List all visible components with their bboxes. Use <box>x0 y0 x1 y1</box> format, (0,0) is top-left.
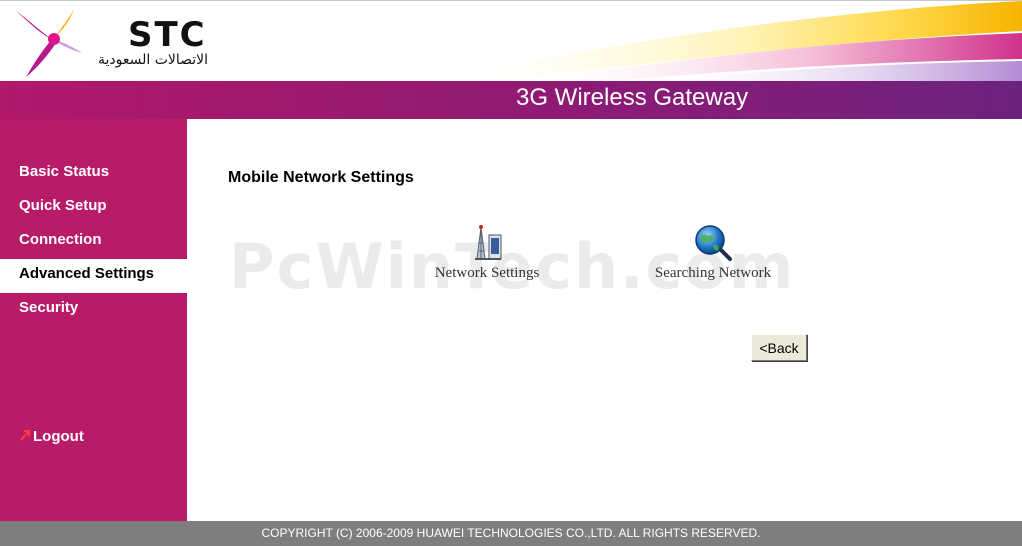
logout-arrow-icon <box>20 430 30 441</box>
sidebar: Basic Status Quick Setup Connection Adva… <box>0 119 187 521</box>
sidebar-item-advanced-settings[interactable]: Advanced Settings <box>0 259 187 293</box>
title-band: 3G Wireless Gateway <box>0 81 1022 119</box>
sidebar-item-connection[interactable]: Connection <box>0 225 187 259</box>
network-settings-icon <box>475 225 502 260</box>
searching-network-icon <box>695 225 732 261</box>
logout-link[interactable]: Logout <box>19 427 84 447</box>
footer: COPYRIGHT (C) 2006-2009 HUAWEI TECHNOLOG… <box>0 521 1022 546</box>
header: STC الاتصالات السعودية <box>0 0 1022 81</box>
footer-copyright: COPYRIGHT (C) 2006-2009 HUAWEI TECHNOLOG… <box>261 526 761 540</box>
sidebar-item-quick-setup[interactable]: Quick Setup <box>0 191 187 225</box>
sidebar-item-security[interactable]: Security <box>0 293 187 327</box>
logout-label: Logout <box>33 428 84 445</box>
main-content: Mobile Network Settings PcWinTech.com Ne… <box>187 119 1022 521</box>
stc-logo-mark-icon <box>16 9 82 77</box>
searching-network-label: Searching Network <box>654 265 772 281</box>
brand-name-arabic: الاتصالات السعودية <box>98 52 209 68</box>
brand-name: STC <box>128 15 207 55</box>
network-settings-label: Network Settings <box>434 265 540 281</box>
sidebar-nav: Basic Status Quick Setup Connection Adva… <box>0 157 187 327</box>
searching-network-tile[interactable]: Searching Network <box>645 223 781 282</box>
stc-logo: STC الاتصالات السعودية <box>12 5 222 79</box>
sidebar-item-basic-status[interactable]: Basic Status <box>0 157 187 191</box>
page-title: Mobile Network Settings <box>228 169 414 186</box>
page-header-title: 3G Wireless Gateway <box>516 84 749 111</box>
back-button[interactable]: <Back <box>751 334 807 361</box>
network-settings-tile[interactable]: Network Settings <box>424 223 550 282</box>
